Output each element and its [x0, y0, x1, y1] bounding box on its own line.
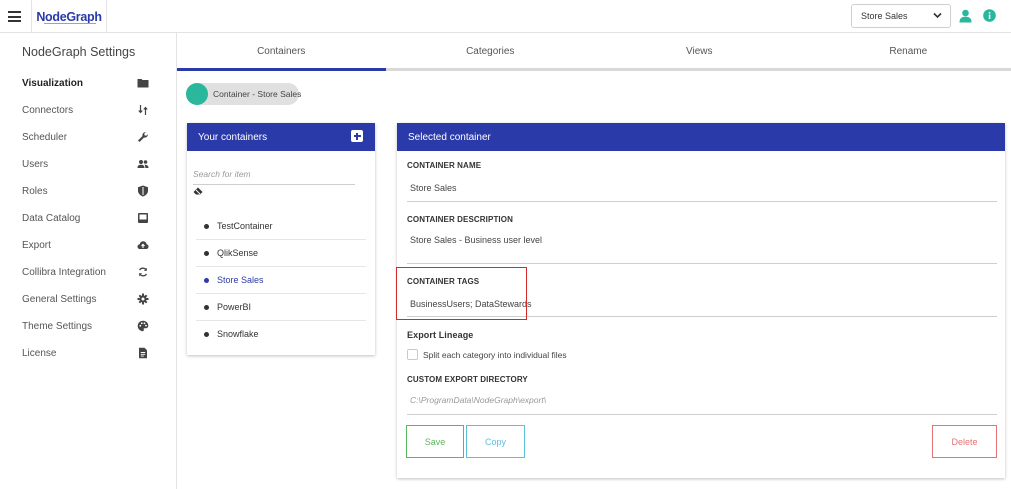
container-chip[interactable]: Container - Store Sales — [186, 83, 302, 105]
sidebar-item-label: Export — [22, 239, 51, 251]
container-name-label: CONTAINER NAME — [407, 161, 482, 170]
save-button[interactable]: Save — [406, 425, 464, 458]
bullet-icon — [204, 332, 209, 337]
users-icon — [137, 160, 149, 168]
tab-active-indicator — [177, 68, 386, 71]
containers-panel-header: Your containers — [187, 123, 375, 151]
container-name-field[interactable]: Store Sales — [410, 183, 457, 193]
eraser-icon[interactable] — [193, 187, 203, 195]
sidebar-item-label: License — [22, 347, 57, 359]
bullet-icon — [204, 251, 209, 256]
container-select[interactable]: Store Sales — [851, 4, 951, 28]
add-container-button[interactable] — [351, 130, 363, 142]
list-item-label: PowerBI — [217, 302, 252, 312]
bullet-icon — [204, 224, 209, 229]
sidebar-item-label: General Settings — [22, 293, 97, 305]
sidebar-title: NodeGraph Settings — [22, 45, 136, 59]
chip-label: Container - Store Sales — [213, 89, 302, 99]
swap-vertical-icon — [138, 105, 148, 115]
info-icon[interactable] — [983, 9, 996, 22]
list-item[interactable]: QlikSense — [196, 240, 366, 267]
sidebar-item-roles[interactable]: Roles — [0, 180, 176, 202]
top-bar: NodeGraph Store Sales — [0, 0, 1011, 33]
sidebar-item-collibra-integration[interactable]: Collibra Integration — [0, 261, 176, 283]
sidebar-item-export[interactable]: Export — [0, 234, 176, 256]
container-description-field[interactable]: Store Sales - Business user level — [410, 235, 542, 245]
sidebar-item-label: Theme Settings — [22, 320, 93, 332]
brand-underline — [44, 22, 96, 24]
list-item[interactable]: Snowflake — [196, 321, 366, 348]
sidebar-item-scheduler[interactable]: Scheduler — [0, 126, 176, 148]
list-item-label: TestContainer — [217, 221, 273, 231]
palette-icon — [137, 320, 149, 332]
sidebar-item-label: Roles — [22, 185, 48, 197]
sidebar-item-users[interactable]: Users — [0, 153, 176, 175]
tab-containers[interactable]: Containers — [177, 33, 386, 70]
user-icon[interactable] — [959, 9, 972, 23]
custom-export-directory-label: CUSTOM EXPORT DIRECTORY — [407, 375, 528, 384]
list-item[interactable]: TestContainer — [196, 213, 366, 240]
sidebar: NodeGraph Settings Visualization Connect… — [0, 33, 177, 489]
sidebar-item-visualization[interactable]: Visualization — [0, 72, 176, 94]
sidebar-item-data-catalog[interactable]: Data Catalog — [0, 207, 176, 229]
sidebar-item-theme-settings[interactable]: Theme Settings — [0, 315, 176, 337]
sidebar-item-label: Users — [22, 158, 49, 170]
list-item-label: Store Sales — [217, 275, 264, 285]
tab-bar: Containers Categories Views Rename — [177, 33, 1011, 71]
selected-container-title: Selected container — [408, 131, 491, 143]
list-item[interactable]: PowerBI — [196, 294, 366, 321]
list-item-label: QlikSense — [217, 248, 259, 258]
sidebar-item-label: Data Catalog — [22, 212, 81, 224]
sidebar-item-label: Connectors — [22, 104, 74, 116]
tab-rename[interactable]: Rename — [804, 33, 1011, 70]
selected-container-header: Selected container — [397, 123, 1005, 151]
brand-logo[interactable]: NodeGraph — [31, 0, 107, 33]
field-underline — [407, 201, 997, 202]
sidebar-item-label: Scheduler — [22, 131, 68, 143]
sidebar-item-label: Collibra Integration — [22, 266, 106, 278]
container-description-label: CONTAINER DESCRIPTION — [407, 215, 513, 224]
search-input[interactable] — [193, 163, 355, 185]
containers-panel-title: Your containers — [198, 131, 268, 143]
sidebar-item-license[interactable]: License — [0, 342, 176, 364]
field-underline — [407, 414, 997, 415]
list-item-label: Snowflake — [217, 329, 259, 339]
chevron-down-icon — [933, 12, 942, 19]
gear-icon — [137, 293, 149, 305]
tags-highlight-box — [396, 267, 527, 320]
container-select-value: Store Sales — [861, 11, 908, 21]
inbox-icon — [138, 213, 148, 223]
document-icon — [139, 347, 147, 359]
sidebar-item-label: Visualization — [22, 77, 83, 89]
split-category-checkbox[interactable] — [407, 349, 418, 360]
chip-avatar — [186, 83, 208, 105]
list-item-selected[interactable]: Store Sales — [196, 267, 366, 294]
cloud-upload-icon — [137, 241, 149, 249]
tab-views[interactable]: Views — [595, 33, 804, 70]
folder-icon — [137, 79, 149, 88]
copy-button[interactable]: Copy — [466, 425, 525, 458]
menu-icon[interactable] — [8, 11, 21, 22]
sidebar-item-general-settings[interactable]: General Settings — [0, 288, 176, 310]
brand-name: NodeGraph — [36, 9, 102, 24]
split-category-label: Split each category into individual file… — [423, 350, 567, 360]
shield-icon — [138, 185, 148, 197]
bullet-icon — [204, 305, 209, 310]
sync-icon — [138, 267, 148, 277]
delete-button[interactable]: Delete — [932, 425, 997, 458]
export-directory-input[interactable]: C:\ProgramData\NodeGraph\export\ — [410, 395, 546, 405]
tab-categories[interactable]: Categories — [386, 33, 595, 70]
sidebar-item-connectors[interactable]: Connectors — [0, 99, 176, 121]
containers-panel: Your containers TestContainer QlikSense … — [187, 123, 375, 355]
export-lineage-label: Export Lineage — [407, 330, 474, 340]
wrench-icon — [138, 132, 148, 142]
field-underline — [407, 263, 997, 264]
bullet-icon — [204, 278, 209, 283]
